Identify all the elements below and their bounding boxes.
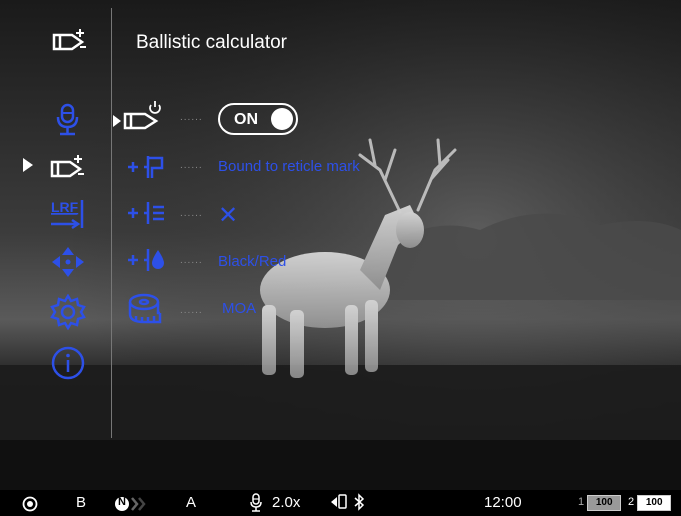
- clock: 12:00: [484, 494, 522, 511]
- option-dots: ......: [180, 255, 203, 266]
- reticle-list-icon: [126, 196, 174, 230]
- info-icon[interactable]: [48, 345, 88, 381]
- option-value-units[interactable]: MOA: [222, 300, 256, 317]
- microphone-icon[interactable]: [48, 102, 88, 138]
- nav-badge-label: N: [118, 496, 126, 508]
- auto-letter: A: [186, 494, 197, 511]
- zoom-level: 2.0x: [272, 494, 301, 511]
- bluetooth-icon: [353, 493, 365, 515]
- crosshair-arrows-icon[interactable]: [48, 244, 88, 280]
- toggle-label: ON: [234, 111, 258, 128]
- nav-badge-icon: N: [114, 495, 150, 516]
- battery-2: 2 100: [628, 495, 672, 511]
- bullet-power-icon: [121, 99, 169, 133]
- option-dots: ......: [180, 112, 203, 123]
- option-value-reticle-bound[interactable]: Bound to reticle mark: [218, 158, 360, 175]
- device-screen: Ballistic calculator LRF ...... ON .....…: [0, 0, 681, 516]
- reticle-color-icon: [126, 243, 174, 277]
- battery-2-index: 2: [628, 496, 635, 508]
- option-dots: ......: [180, 208, 203, 219]
- option-dots: ......: [180, 160, 203, 171]
- status-bar: B N A 2.0x 12:00 1 100 2 100: [0, 490, 681, 516]
- battery-1-index: 1: [578, 496, 585, 508]
- wifi-phone-icon: [330, 493, 348, 515]
- option-dots: ......: [180, 305, 203, 316]
- option-value-reticle-color[interactable]: Black/Red: [218, 253, 286, 270]
- tape-measure-icon: [126, 292, 174, 326]
- sidebar-selected-arrow: [23, 158, 33, 172]
- bullet-plus-icon[interactable]: [48, 150, 88, 186]
- battery-1-level: 100: [587, 495, 622, 511]
- svg-text:LRF: LRF: [51, 199, 79, 215]
- mode-letter: B: [76, 494, 87, 511]
- record-icon[interactable]: [22, 496, 38, 516]
- toggle-knob: [271, 108, 293, 130]
- battery-1: 1 100: [578, 495, 622, 511]
- lrf-icon[interactable]: LRF: [48, 196, 88, 232]
- reticle-bound-icon: [126, 150, 174, 184]
- page-title: Ballistic calculator: [136, 32, 287, 53]
- option-selected-arrow: [113, 115, 121, 127]
- battery-2-level: 100: [637, 495, 672, 511]
- gear-icon[interactable]: [48, 293, 88, 331]
- option-value-off-mark[interactable]: ✕: [218, 201, 238, 230]
- microphone-status-icon: [249, 493, 263, 516]
- ballistic-toggle[interactable]: ON: [218, 103, 298, 135]
- sidebar: LRF: [0, 0, 112, 490]
